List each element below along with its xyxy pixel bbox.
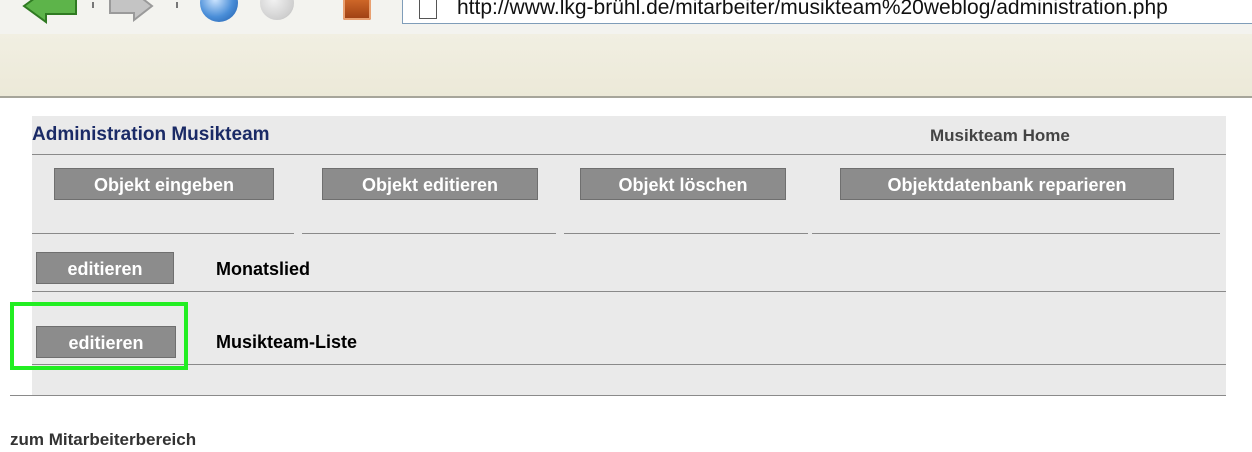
address-bar[interactable]: http://www.lkg-brühl.de/mitarbeiter/musi… [402, 0, 1252, 24]
address-url: http://www.lkg-brühl.de/mitarbeiter/musi… [457, 0, 1168, 19]
back-arrow-icon[interactable] [22, 0, 78, 24]
objekt-eingeben-button[interactable]: Objekt eingeben [54, 168, 274, 200]
separator [176, 2, 178, 8]
divider [812, 233, 1220, 234]
objekt-loeschen-button[interactable]: Objekt löschen [580, 168, 786, 200]
divider [32, 364, 1226, 365]
object-label-musikteam-liste: Musikteam-Liste [216, 332, 358, 352]
page-icon [419, 0, 437, 19]
mitarbeiterbereich-link[interactable]: zum Mitarbeiterbereich [10, 430, 196, 450]
objekt-editieren-button[interactable]: Objekt editieren [322, 168, 538, 200]
divider [10, 395, 1226, 396]
browser-toolbar-lower [0, 34, 1252, 98]
object-label-monatslied: Monatslied [216, 259, 311, 279]
highlight-box [10, 302, 188, 370]
separator [92, 2, 94, 8]
musikteam-home-link[interactable]: Musikteam Home [930, 126, 1070, 146]
page-title: Administration Musikteam [32, 124, 270, 145]
home-icon[interactable] [343, 0, 371, 20]
divider [32, 233, 294, 234]
divider [32, 154, 1226, 155]
admin-panel: Administration Musikteam Musikteam Home … [32, 116, 1226, 396]
browser-toolbar: http://www.lkg-brühl.de/mitarbeiter/musi… [0, 0, 1252, 34]
stop-icon[interactable] [260, 0, 294, 20]
divider [564, 233, 808, 234]
objektdatenbank-reparieren-button[interactable]: Objektdatenbank reparieren [840, 168, 1174, 200]
refresh-icon[interactable] [200, 0, 238, 22]
forward-arrow-icon[interactable] [108, 0, 154, 22]
divider [302, 233, 556, 234]
divider [32, 291, 1226, 292]
edit-monatslied-button[interactable]: editieren [36, 252, 174, 284]
